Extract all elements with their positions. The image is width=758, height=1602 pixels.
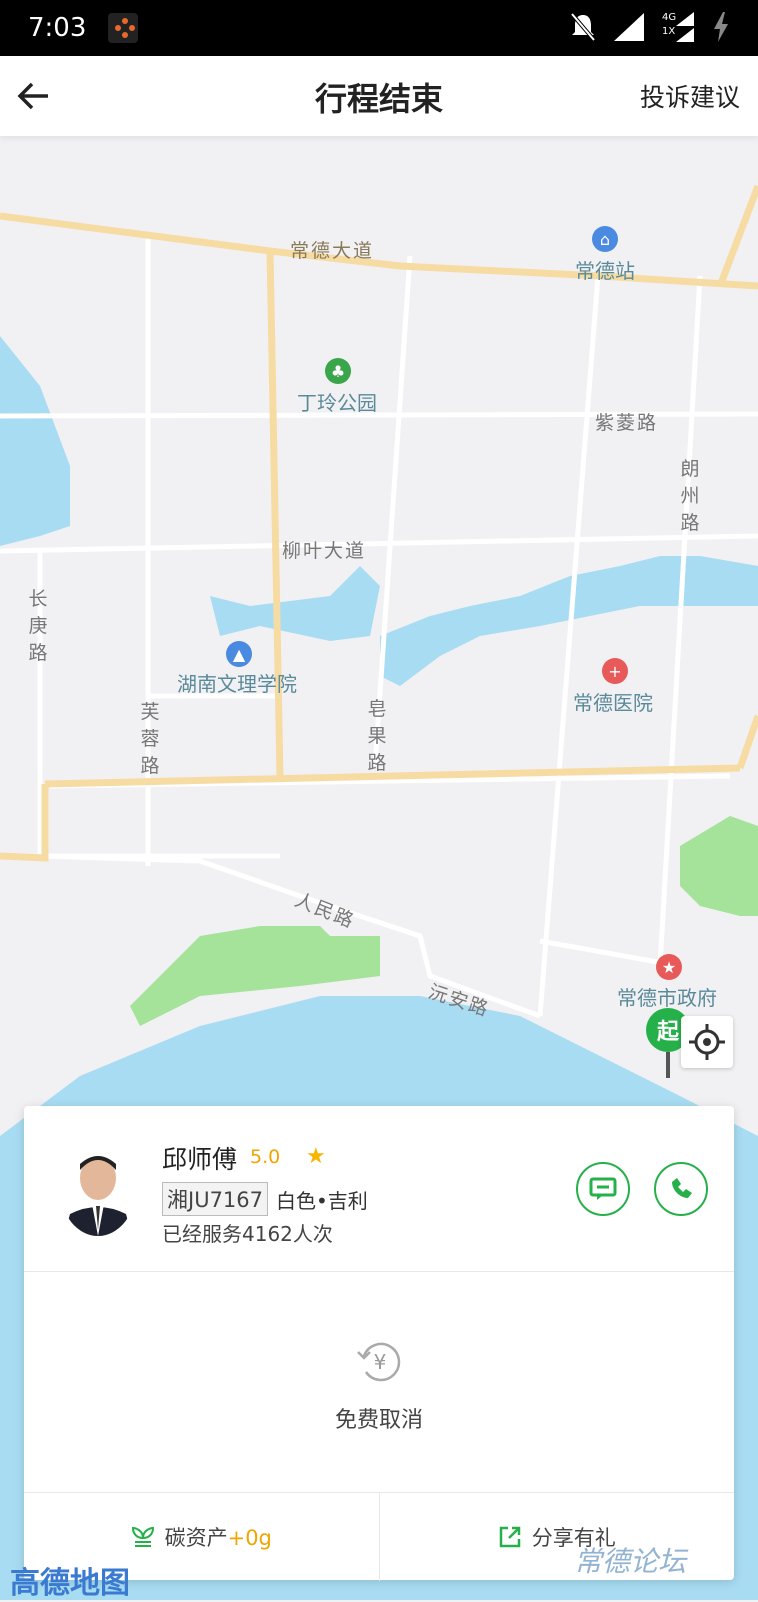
mute-bell-icon bbox=[570, 12, 596, 42]
map-poi-label: 常德医院 bbox=[573, 691, 653, 715]
message-icon bbox=[589, 1177, 617, 1200]
message-button[interactable] bbox=[576, 1162, 630, 1216]
complaint-link[interactable]: 投诉建议 bbox=[640, 78, 740, 114]
status-time: 7:03 bbox=[28, 13, 87, 43]
top-nav-bar: 行程结束 投诉建议 bbox=[0, 56, 758, 136]
map-road-label: 皂果路 bbox=[367, 698, 389, 774]
free-cancel-label: 免费取消 bbox=[334, 1408, 423, 1433]
license-plate: 湘JU7167 bbox=[162, 1182, 269, 1216]
college-cap-icon: ▲ bbox=[226, 641, 252, 667]
share-icon bbox=[499, 1526, 520, 1548]
map-road-label: 柳叶大道 bbox=[282, 540, 367, 562]
car-description: 白色•吉利 bbox=[276, 1189, 368, 1213]
call-button[interactable] bbox=[654, 1162, 708, 1216]
driver-avatar bbox=[60, 1140, 136, 1236]
hospital-cross-icon: + bbox=[602, 658, 628, 684]
served-count: 已经服务4162人次 bbox=[162, 1222, 333, 1246]
svg-text:¥: ¥ bbox=[374, 1350, 387, 1374]
sprout-icon bbox=[131, 1526, 154, 1547]
map-road-label: 常德大道 bbox=[290, 240, 375, 262]
driver-name: 邱师傅 bbox=[162, 1145, 238, 1174]
map-poi-label: 湖南文理学院 bbox=[177, 672, 297, 696]
map-road-label: 长庚路 bbox=[28, 588, 50, 664]
map-road-label: 朗州路 bbox=[680, 458, 702, 534]
map-poi-label: 丁玲公园 bbox=[297, 391, 377, 415]
wifi-signal-icon bbox=[614, 13, 644, 41]
carbon-asset-value: +0g bbox=[227, 1526, 272, 1550]
battery-charging-icon bbox=[714, 12, 728, 42]
forum-watermark: 常德论坛 bbox=[574, 1545, 687, 1578]
crosshair-icon bbox=[689, 1024, 725, 1060]
map-poi-label: 常德站 bbox=[575, 259, 635, 283]
app-notification-icon bbox=[108, 13, 139, 43]
train-station-icon: ⌂ bbox=[592, 226, 618, 252]
amap-logo: 高德地图 bbox=[10, 1566, 130, 1601]
map-poi-label: 常德市政府 bbox=[617, 986, 717, 1010]
park-tree-icon: ♣ bbox=[325, 358, 351, 384]
refund-yuan-icon: ¥ bbox=[357, 1342, 401, 1382]
start-marker-pin bbox=[666, 1052, 670, 1078]
map-road-label: 紫菱路 bbox=[595, 412, 659, 434]
map-road-label: 芙蓉路 bbox=[140, 701, 162, 777]
carbon-asset-label: 碳资产 bbox=[164, 1526, 228, 1550]
driver-rating: 5.0 bbox=[250, 1146, 281, 1168]
trip-card: 邱师傅 5.0 ★ 湘JU7167 白色•吉利 已经服务4162人次 ¥ 免费取… bbox=[24, 1106, 734, 1581]
free-cancel-area[interactable]: ¥ 免费取消 bbox=[24, 1272, 734, 1492]
cell-signal-icon: 4G 1X bbox=[662, 12, 694, 42]
phone-icon bbox=[672, 1178, 692, 1198]
government-star-icon: ★ bbox=[656, 954, 682, 980]
driver-info: 邱师傅 5.0 ★ 湘JU7167 白色•吉利 已经服务4162人次 bbox=[24, 1106, 734, 1272]
star-icon: ★ bbox=[306, 1144, 326, 1169]
locate-me-button[interactable] bbox=[681, 1016, 733, 1068]
status-bar: 7:03 4G 1X bbox=[0, 0, 758, 56]
